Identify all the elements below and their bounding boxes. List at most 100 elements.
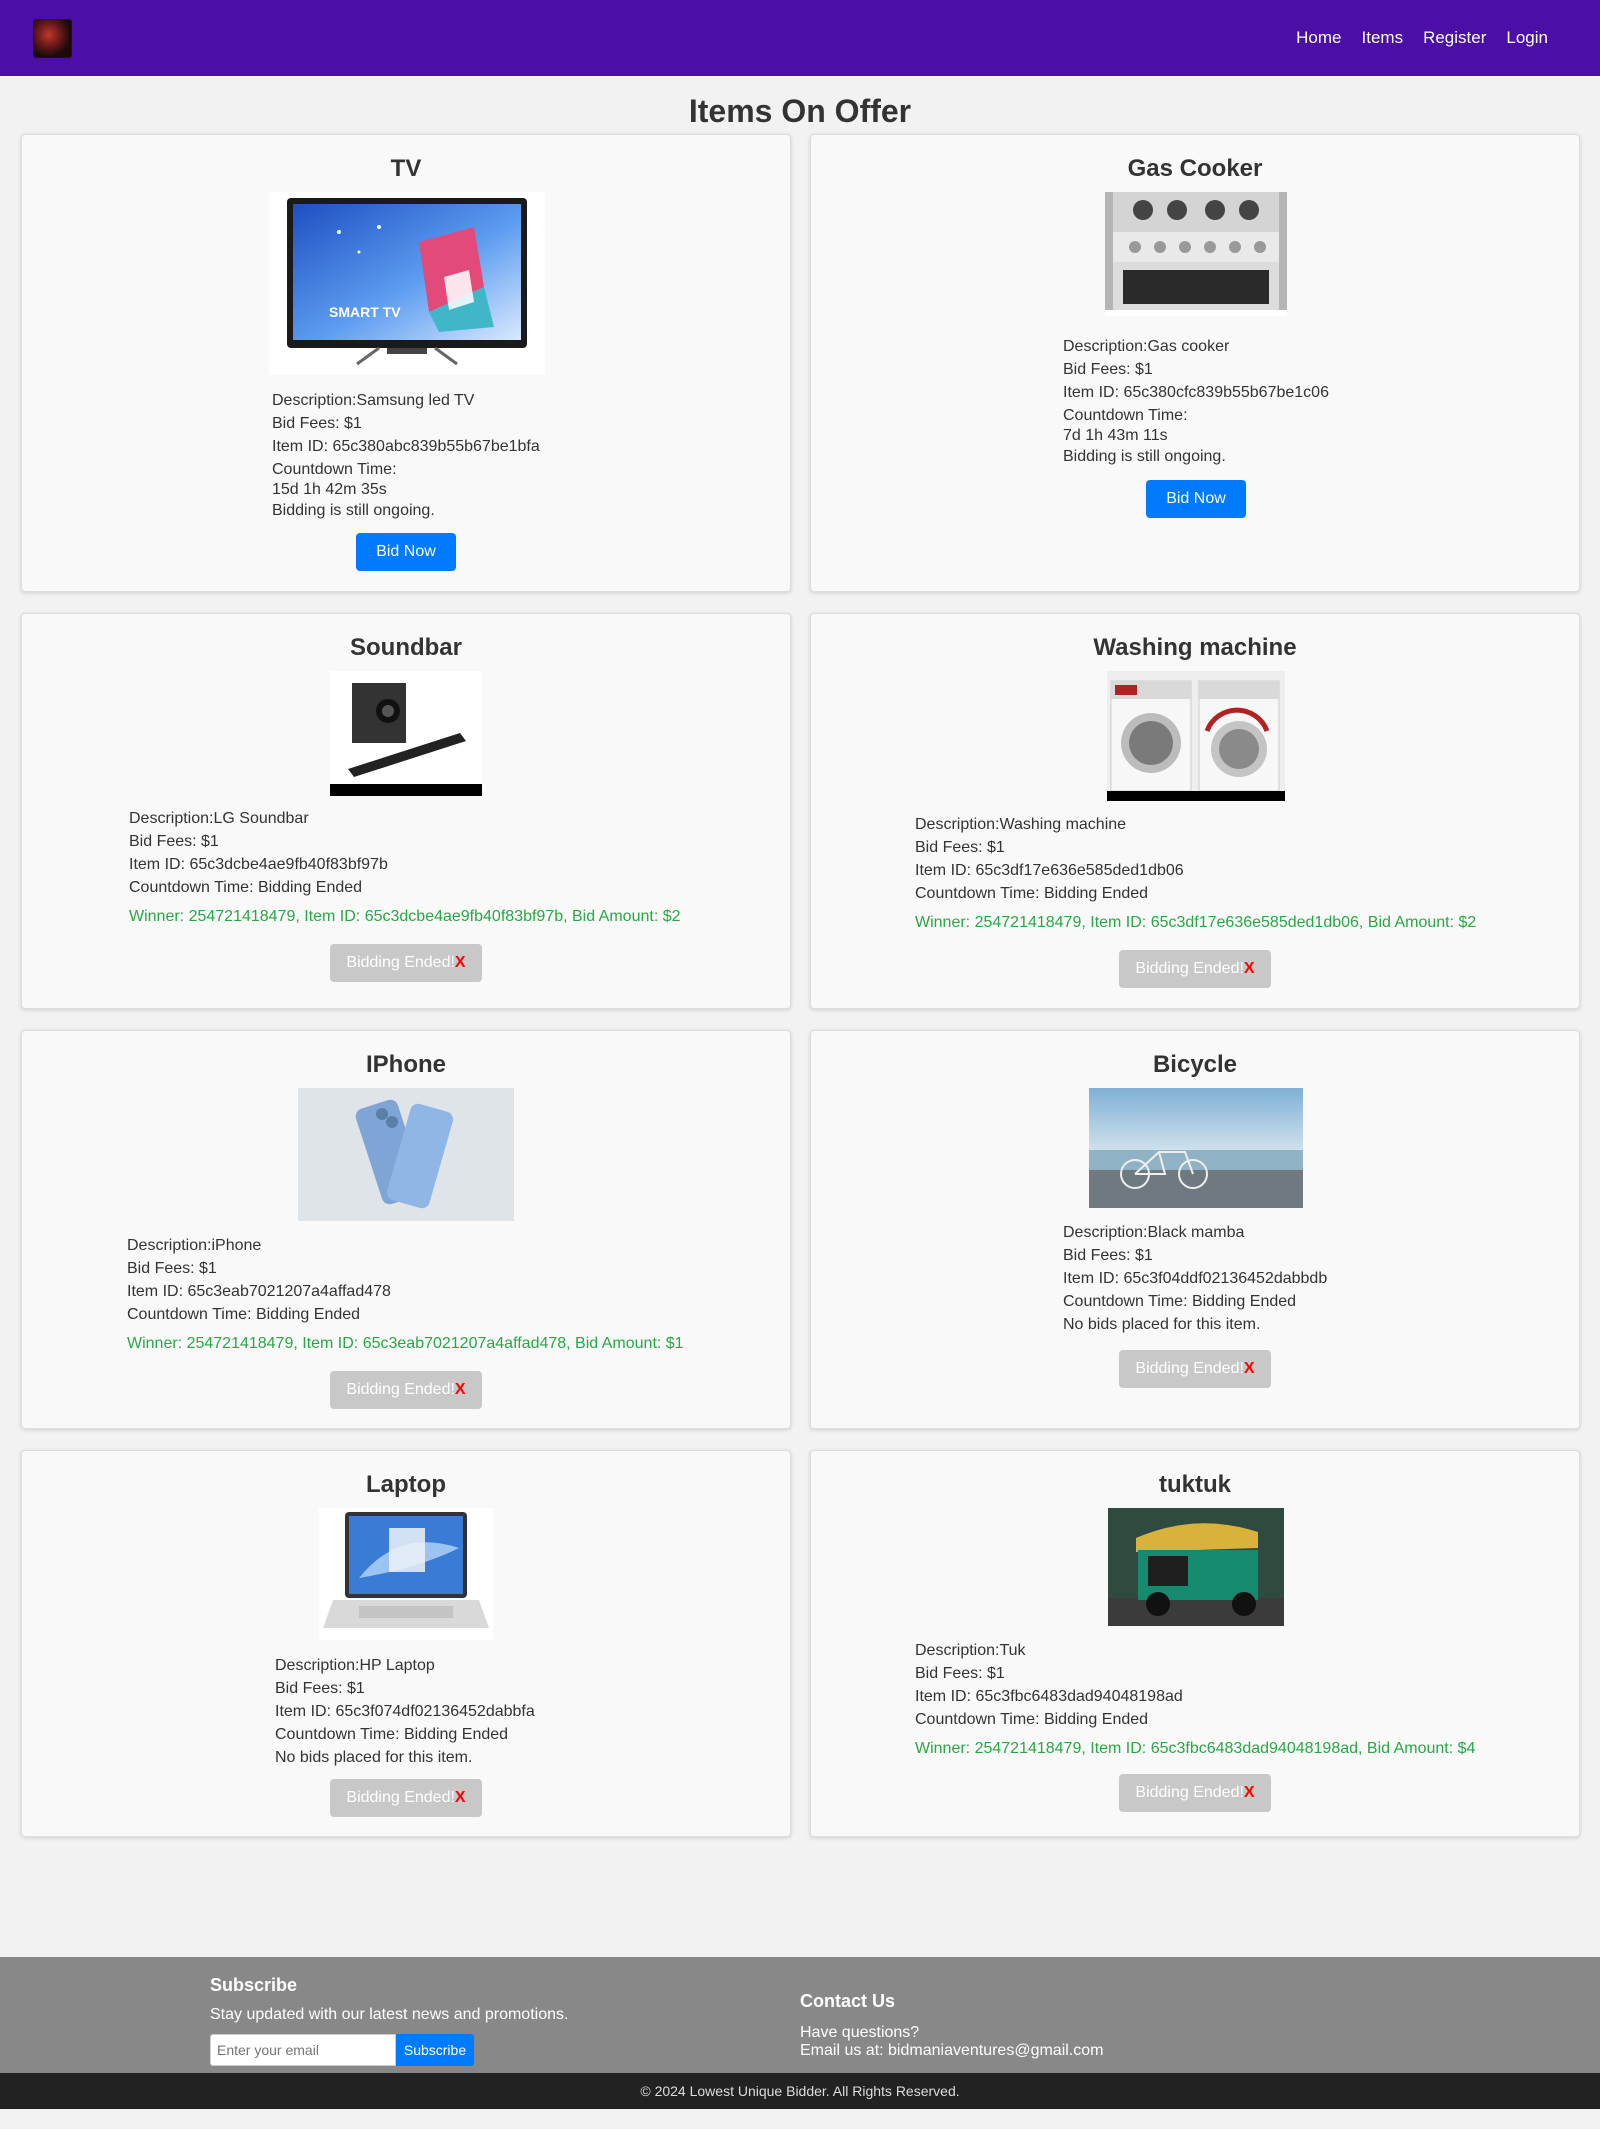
item-image-laptop: [319, 1508, 493, 1640]
item-status: Bidding is still ongoing.: [1063, 448, 1226, 465]
item-description: Description:Washing machine: [915, 816, 1127, 833]
nav-link-login[interactable]: Login: [1506, 28, 1548, 48]
item-info: Description:Tuk Bid Fees: $1 Item ID: 65…: [915, 1639, 1475, 1760]
item-description: Description:Samsung led TV: [272, 392, 475, 409]
item-id: Item ID: 65c3df17e636e585ded1db06: [915, 862, 1184, 879]
bidding-ended-button: Bidding Ended! X: [1119, 1774, 1271, 1812]
bidding-ended-label: Bidding Ended!: [346, 954, 455, 971]
item-id: Item ID: 65c3eab7021207a4affad478: [127, 1283, 391, 1300]
item-title: Soundbar: [350, 634, 462, 661]
item-card-bicycle: Bicycle Description:Black mamba Bid Fees…: [810, 1030, 1580, 1429]
item-title: Washing machine: [1093, 634, 1297, 661]
subscribe-button[interactable]: Subscribe: [396, 2034, 474, 2066]
item-winner: Winner: 254721418479, Item ID: 65c3fbc64…: [915, 1740, 1476, 1757]
item-title: Gas Cooker: [1127, 155, 1263, 182]
nav-links: Home Items Register Login: [1296, 28, 1548, 48]
item-info: Description:Samsung led TV Bid Fees: $1 …: [272, 389, 540, 522]
item-info: Description:Black mamba Bid Fees: $1 Ite…: [1063, 1221, 1327, 1336]
bidding-ended-label: Bidding Ended!: [1135, 1784, 1244, 1801]
item-bid-fees: Bid Fees: $1: [915, 839, 1005, 856]
item-countdown: Countdown Time: Bidding Ended: [129, 879, 363, 896]
bidding-ended-button: Bidding Ended! X: [330, 1371, 482, 1409]
item-description: Description:HP Laptop: [275, 1657, 435, 1674]
item-winner: Winner: 254721418479, Item ID: 65c3eab70…: [127, 1335, 684, 1352]
contact-section: Contact Us Have questions? Email us at: …: [800, 1991, 1103, 2060]
copyright-bar: © 2024 Lowest Unique Bidder. All Rights …: [0, 2073, 1600, 2109]
item-image-tuktuk: [1108, 1508, 1284, 1626]
item-bid-fees: Bid Fees: $1: [1063, 1247, 1153, 1264]
close-x-icon: X: [454, 954, 466, 971]
item-card-laptop: Laptop Description:HP Laptop Bid Fees: $…: [21, 1450, 791, 1837]
page-title: Items On Offer: [688, 93, 912, 129]
item-card-tv: TV SMART TV Description:Samsung led TV B…: [21, 134, 791, 592]
email-input[interactable]: [210, 2034, 396, 2066]
subscribe-form: Subscribe: [210, 2034, 568, 2066]
nav-link-register[interactable]: Register: [1423, 28, 1486, 48]
item-image-tv: SMART TV: [269, 192, 545, 375]
item-title: TV: [390, 155, 422, 182]
item-description: Description:Gas cooker: [1063, 338, 1230, 355]
item-info: Description:LG Soundbar Bid Fees: $1 Ite…: [129, 807, 681, 928]
item-info: Description:HP Laptop Bid Fees: $1 Item …: [275, 1654, 535, 1769]
bidding-ended-button: Bidding Ended! X: [330, 1779, 482, 1817]
item-countdown: Countdown Time: Bidding Ended: [127, 1306, 361, 1323]
close-x-icon: X: [1243, 960, 1255, 977]
item-image-washing-machine: [1107, 671, 1285, 801]
item-info: Description:iPhone Bid Fees: $1 Item ID:…: [127, 1234, 684, 1355]
close-x-icon: X: [454, 1789, 466, 1806]
item-description: Description:Black mamba: [1063, 1224, 1245, 1241]
bidding-ended-button: Bidding Ended! X: [330, 944, 482, 982]
item-countdown: Countdown Time: Bidding Ended: [915, 885, 1149, 902]
svg-text:SMART TV: SMART TV: [329, 304, 401, 320]
item-id: Item ID: 65c380abc839b55b67be1bfa: [272, 438, 540, 455]
item-card-washing-machine: Washing machine Description:Washing mach…: [810, 613, 1580, 1009]
nav-link-home[interactable]: Home: [1296, 28, 1341, 48]
item-image-gas-cooker: [1105, 192, 1287, 316]
item-title: IPhone: [365, 1051, 446, 1078]
item-title: Laptop: [366, 1471, 446, 1498]
item-bid-fees: Bid Fees: $1: [915, 1665, 1005, 1682]
subscribe-text: Stay updated with our latest news and pr…: [210, 2006, 569, 2023]
footer: Subscribe Stay updated with our latest n…: [0, 1957, 1600, 2073]
bidding-ended-label: Bidding Ended!: [346, 1381, 455, 1398]
contact-question: Have questions?: [800, 2024, 920, 2041]
item-description: Description:LG Soundbar: [129, 810, 309, 827]
item-winner: Winner: 254721418479, Item ID: 65c3df17e…: [915, 914, 1477, 931]
site-logo[interactable]: [33, 18, 72, 58]
bidding-ended-label: Bidding Ended!: [346, 1789, 455, 1806]
bid-now-button[interactable]: Bid Now: [1146, 480, 1246, 518]
item-description: Description:Tuk: [915, 1642, 1026, 1659]
item-countdown-value: 15d 1h 42m 35s: [272, 481, 387, 498]
bidding-ended-button: Bidding Ended! X: [1119, 950, 1271, 988]
item-title: tuktuk: [1159, 1471, 1231, 1498]
close-x-icon: X: [1243, 1360, 1255, 1377]
contact-email: Email us at: bidmaniaventures@gmail.com: [800, 2042, 1104, 2059]
item-image-bicycle: [1089, 1088, 1303, 1208]
item-info: Description:Gas cooker Bid Fees: $1 Item…: [1063, 335, 1329, 468]
item-image-soundbar: [330, 671, 482, 796]
item-id: Item ID: 65c3fbc6483dad94048198ad: [915, 1688, 1183, 1705]
bidding-ended-label: Bidding Ended!: [1135, 1360, 1244, 1377]
subscribe-title: Subscribe: [210, 1975, 298, 1995]
bidding-ended-button: Bidding Ended! X: [1119, 1350, 1271, 1388]
item-countdown: Countdown Time: Bidding Ended: [275, 1726, 509, 1743]
item-bid-fees: Bid Fees: $1: [129, 833, 219, 850]
item-id: Item ID: 65c3f074df02136452dabbfa: [275, 1703, 535, 1720]
item-card-iphone: IPhone Description:iPhone Bid Fees: $1 I…: [21, 1030, 791, 1429]
item-status: No bids placed for this item.: [1063, 1316, 1261, 1333]
nav-link-items[interactable]: Items: [1362, 28, 1404, 48]
item-card-soundbar: Soundbar Description:LG Soundbar Bid Fee…: [21, 613, 791, 1009]
item-bid-fees: Bid Fees: $1: [272, 415, 362, 432]
item-winner: Winner: 254721418479, Item ID: 65c3dcbe4…: [129, 908, 681, 925]
item-bid-fees: Bid Fees: $1: [275, 1680, 365, 1697]
item-card-gas-cooker: Gas Cooker Description:Gas cooker Bid Fe…: [810, 134, 1580, 592]
item-countdown: Countdown Time: Bidding Ended: [915, 1711, 1149, 1728]
item-title: Bicycle: [1152, 1051, 1238, 1078]
item-countdown-label: Countdown Time:: [272, 461, 397, 478]
close-x-icon: X: [454, 1381, 466, 1398]
contact-title: Contact Us: [800, 1991, 896, 2011]
close-x-icon: X: [1243, 1784, 1255, 1801]
item-id: Item ID: 65c3f04ddf02136452dabbdb: [1063, 1270, 1328, 1287]
item-id: Item ID: 65c380cfc839b55b67be1c06: [1063, 384, 1329, 401]
bid-now-button[interactable]: Bid Now: [356, 533, 456, 571]
